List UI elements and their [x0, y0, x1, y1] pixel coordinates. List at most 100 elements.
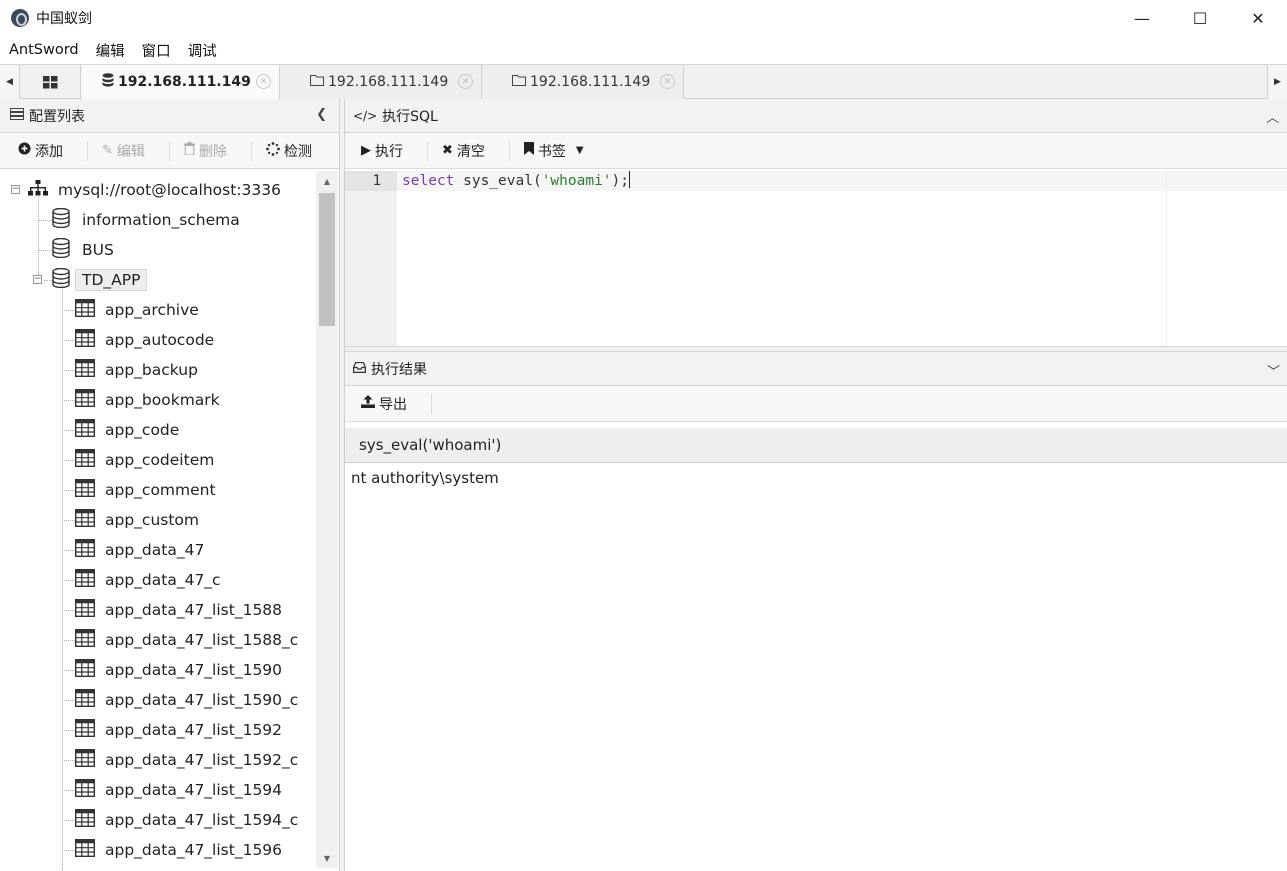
tree-table-item[interactable]: app_data_47 [74, 535, 205, 565]
menu-debug[interactable]: 调试 [179, 40, 225, 61]
tree-table-item[interactable]: app_data_47_list_1588_c [74, 625, 299, 655]
sql-panel-header: </> 执行SQL ︿ [345, 99, 1287, 133]
table-icon [74, 328, 96, 351]
tree-table-item[interactable]: app_codeitem [74, 445, 215, 475]
table-name-label: app_autocode [105, 331, 215, 349]
table-icon [74, 298, 96, 321]
table-name-label: app_data_47_list_1590_c [105, 691, 299, 709]
clear-button[interactable]: ✖ 清空 [442, 133, 495, 169]
table-icon [74, 358, 96, 381]
caret-down-icon: ▼ [575, 145, 584, 156]
table-name-label: app_data_47_list_1594 [105, 781, 283, 799]
scroll-up-icon[interactable]: ▲ [316, 171, 338, 191]
tree-table-item[interactable]: app_bookmark [74, 385, 220, 415]
sql-workspace: </> 执行SQL ︿ ▶ 执行 ✖ 清空 书签 ▼ 1 select sys_… [344, 99, 1287, 871]
close-tab-icon[interactable]: ✕ [256, 74, 271, 89]
table-icon [74, 568, 96, 591]
tree-table-item[interactable]: app_code [74, 415, 179, 445]
table-icon [74, 538, 96, 561]
table-name-label: app_data_47_list_1592 [105, 721, 283, 739]
maximize-button[interactable]: ☐ [1171, 0, 1229, 36]
spinner-icon [266, 141, 280, 160]
table-name-label: app_data_47_list_1588_c [105, 631, 299, 649]
tree-table-item[interactable]: app_data_47_list_1588 [74, 595, 282, 625]
result-toolbar: 导出 [345, 386, 1287, 422]
tree-table-item[interactable]: app_data_47_c [74, 565, 221, 595]
tree-table-item[interactable]: app_archive [74, 295, 199, 325]
close-tab-icon[interactable]: ✕ [660, 74, 675, 89]
tree-table-item[interactable]: app_data_47_list_1592 [74, 715, 283, 745]
scroll-down-icon[interactable]: ▼ [316, 848, 338, 868]
tab-files-1[interactable]: 192.168.111.149 ✕ [280, 65, 482, 99]
tree-table-item[interactable]: app_data_47_list_1590 [74, 655, 282, 685]
tab-home[interactable] [21, 65, 81, 99]
text-cursor [629, 171, 631, 188]
tab-scroll-right-button[interactable]: ▶ [1267, 65, 1287, 99]
chevron-down-icon[interactable]: ﹀ [1267, 361, 1280, 380]
tree-scrollbar[interactable]: ▲ ▼ [316, 171, 338, 868]
result-column-header[interactable]: sys_eval('whoami') [345, 428, 1287, 463]
table-icon [74, 808, 96, 831]
bookmark-button[interactable]: 书签 ▼ [523, 133, 594, 169]
table-icon [74, 478, 96, 501]
tab-files-2[interactable]: 192.168.111.149 ✕ [482, 65, 684, 99]
code-line[interactable]: select sys_eval('whoami'); [397, 171, 1287, 191]
play-icon: ▶ [361, 143, 371, 158]
close-window-button[interactable]: ✕ [1229, 0, 1287, 36]
trash-icon [183, 142, 195, 159]
tree-table-item[interactable]: app_data_47_list_1594 [74, 775, 283, 805]
table-name-label: app_bookmark [105, 391, 220, 409]
inbox-icon [352, 361, 366, 377]
edit-button[interactable]: ✎ 编辑 [102, 133, 155, 169]
table-name-label: app_codeitem [105, 451, 215, 469]
add-button[interactable]: 添加 [18, 133, 73, 169]
collapse-expander-icon[interactable]: − [11, 185, 20, 194]
table-name-label: app_backup [105, 361, 198, 379]
table-name-label: app_data_47_list_1592_c [105, 751, 299, 769]
menu-antsword[interactable]: AntSword [0, 42, 87, 58]
tree-table-item[interactable]: app_data_47_list_1596 [74, 835, 282, 865]
tree-connection[interactable]: mysql://root@localhost:3336 [28, 175, 281, 205]
tree-table-item[interactable]: app_data_47_list_1594_c [74, 805, 298, 835]
close-tab-icon[interactable]: ✕ [458, 74, 473, 89]
scrollbar-thumb[interactable] [319, 193, 335, 326]
delete-button[interactable]: 删除 [183, 133, 237, 169]
chevron-up-icon[interactable]: ︿ [1266, 107, 1279, 126]
tree-table-item[interactable]: app_data_47_list_1590_c [74, 685, 299, 715]
menu-window[interactable]: 窗口 [133, 40, 179, 61]
bookmark-icon [523, 142, 534, 159]
tree-database-td_app[interactable]: TD_APP [52, 265, 148, 295]
check-button[interactable]: 检测 [266, 133, 322, 169]
database-icon [52, 207, 70, 232]
execute-button[interactable]: ▶ 执行 [361, 133, 413, 169]
sql-editor[interactable]: 1 select sys_eval('whoami'); [345, 171, 1287, 346]
tree-table-item[interactable]: app_autocode [74, 325, 215, 355]
tree-database-bus[interactable]: BUS [52, 235, 114, 265]
tree-table-item[interactable]: app_comment [74, 475, 216, 505]
menu-edit[interactable]: 编辑 [87, 40, 133, 61]
selected-database-label: TD_APP [75, 269, 148, 291]
grid-icon [43, 75, 58, 88]
table-icon [74, 838, 96, 861]
database-icon [52, 237, 70, 262]
table-icon [74, 418, 96, 441]
result-cell[interactable]: nt authority\system [351, 469, 499, 487]
tree-table-item[interactable]: app_backup [74, 355, 198, 385]
tree-table-item[interactable]: app_custom [74, 505, 199, 535]
window-title: 中国蚁剑 [36, 11, 92, 27]
table-icon [74, 658, 96, 681]
tab-scroll-left-button[interactable]: ◀ [0, 65, 20, 99]
collapse-expander-icon[interactable]: − [33, 275, 42, 284]
table-icon [74, 628, 96, 651]
collapse-panel-icon[interactable]: ❮ [316, 107, 327, 122]
export-button[interactable]: 导出 [361, 386, 417, 422]
table-name-label: app_comment [105, 481, 216, 499]
tree-database-information_schema[interactable]: information_schema [52, 205, 240, 235]
tree-table-item[interactable]: app_data_47_list_1592_c [74, 745, 299, 775]
table-icon [74, 448, 96, 471]
tab-database[interactable]: 192.168.111.149 ✕ [82, 65, 280, 99]
tab-label: 192.168.111.149 [328, 74, 449, 90]
table-name-label: app_data_47 [105, 541, 205, 559]
table-name-label: app_archive [105, 301, 199, 319]
minimize-button[interactable]: — [1113, 0, 1171, 36]
